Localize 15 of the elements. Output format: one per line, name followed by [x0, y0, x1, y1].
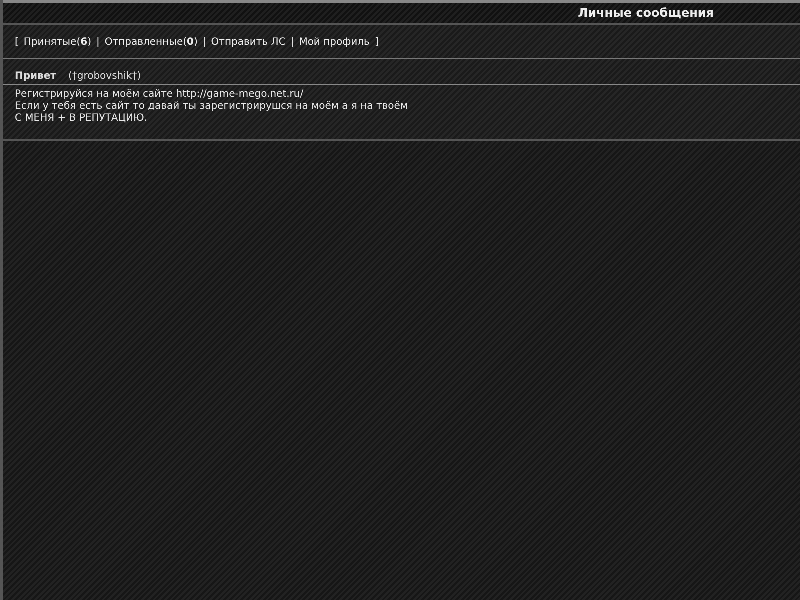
- separator: |: [96, 37, 100, 48]
- nav-link[interactable]: Мой профиль: [299, 37, 370, 48]
- message-author: (†grobovshik†): [68, 71, 142, 82]
- nav-link[interactable]: Принятые(6): [24, 37, 92, 48]
- page-title: Личные сообщения: [578, 6, 714, 20]
- nav-link[interactable]: Отправленные(0): [104, 37, 198, 48]
- message-text: Если у тебя есть сайт то давай ты зарегистрирушся на моём а я на твоём: [15, 101, 409, 113]
- separator: |: [290, 37, 294, 48]
- bracket: [: [15, 37, 19, 48]
- nav-link[interactable]: Отправить ЛС: [211, 37, 286, 48]
- message-subject: Привет: [15, 71, 56, 82]
- separator: |: [202, 37, 206, 48]
- message-text: Регистрируйся на моём сайте http://game-mego.net.ru/: [15, 89, 305, 101]
- message-text: С МЕНЯ + В РЕПУТАЦИЮ.: [15, 113, 148, 125]
- bracket: ]: [374, 37, 379, 48]
